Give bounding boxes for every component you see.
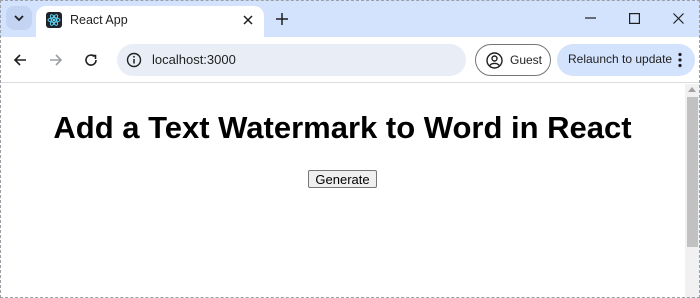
info-icon[interactable] — [126, 52, 142, 68]
relaunch-label: Relaunch to update — [568, 52, 673, 66]
reload-icon[interactable] — [81, 50, 101, 70]
close-icon[interactable] — [240, 12, 256, 28]
chevron-down-icon — [14, 9, 24, 27]
url-text: localhost:3000 — [152, 52, 236, 67]
plus-icon[interactable] — [272, 9, 292, 29]
arrow-left-icon[interactable] — [10, 50, 30, 70]
profile-button[interactable]: Guest — [475, 44, 551, 76]
maximize-icon[interactable] — [624, 8, 644, 28]
person-icon — [486, 52, 503, 69]
scroll-up-arrow-icon[interactable] — [688, 87, 696, 92]
page-title: Add a Text Watermark to Word in React — [53, 110, 632, 145]
scrollbar-thumb[interactable] — [687, 97, 698, 247]
close-window-icon[interactable] — [668, 8, 688, 28]
page-content: Add a Text Watermark to Word in React Ge… — [0, 84, 685, 298]
vertical-scrollbar[interactable] — [685, 84, 700, 298]
browser-toolbar: localhost:3000 Guest Relaunch to update — [0, 37, 700, 83]
minimize-icon[interactable] — [580, 8, 600, 28]
react-logo-icon — [46, 12, 62, 28]
generate-button[interactable]: Generate — [308, 170, 377, 188]
relaunch-button[interactable]: Relaunch to update — [557, 44, 695, 76]
address-bar[interactable]: localhost:3000 — [117, 44, 466, 76]
arrow-right-icon[interactable] — [46, 50, 66, 70]
tab-search-button[interactable] — [6, 6, 32, 30]
more-vertical-icon[interactable] — [675, 52, 685, 68]
tab-strip: React App — [0, 0, 700, 37]
tab-react-app[interactable]: React App — [36, 6, 264, 37]
profile-label: Guest — [510, 53, 543, 67]
tab-title: React App — [70, 13, 128, 27]
